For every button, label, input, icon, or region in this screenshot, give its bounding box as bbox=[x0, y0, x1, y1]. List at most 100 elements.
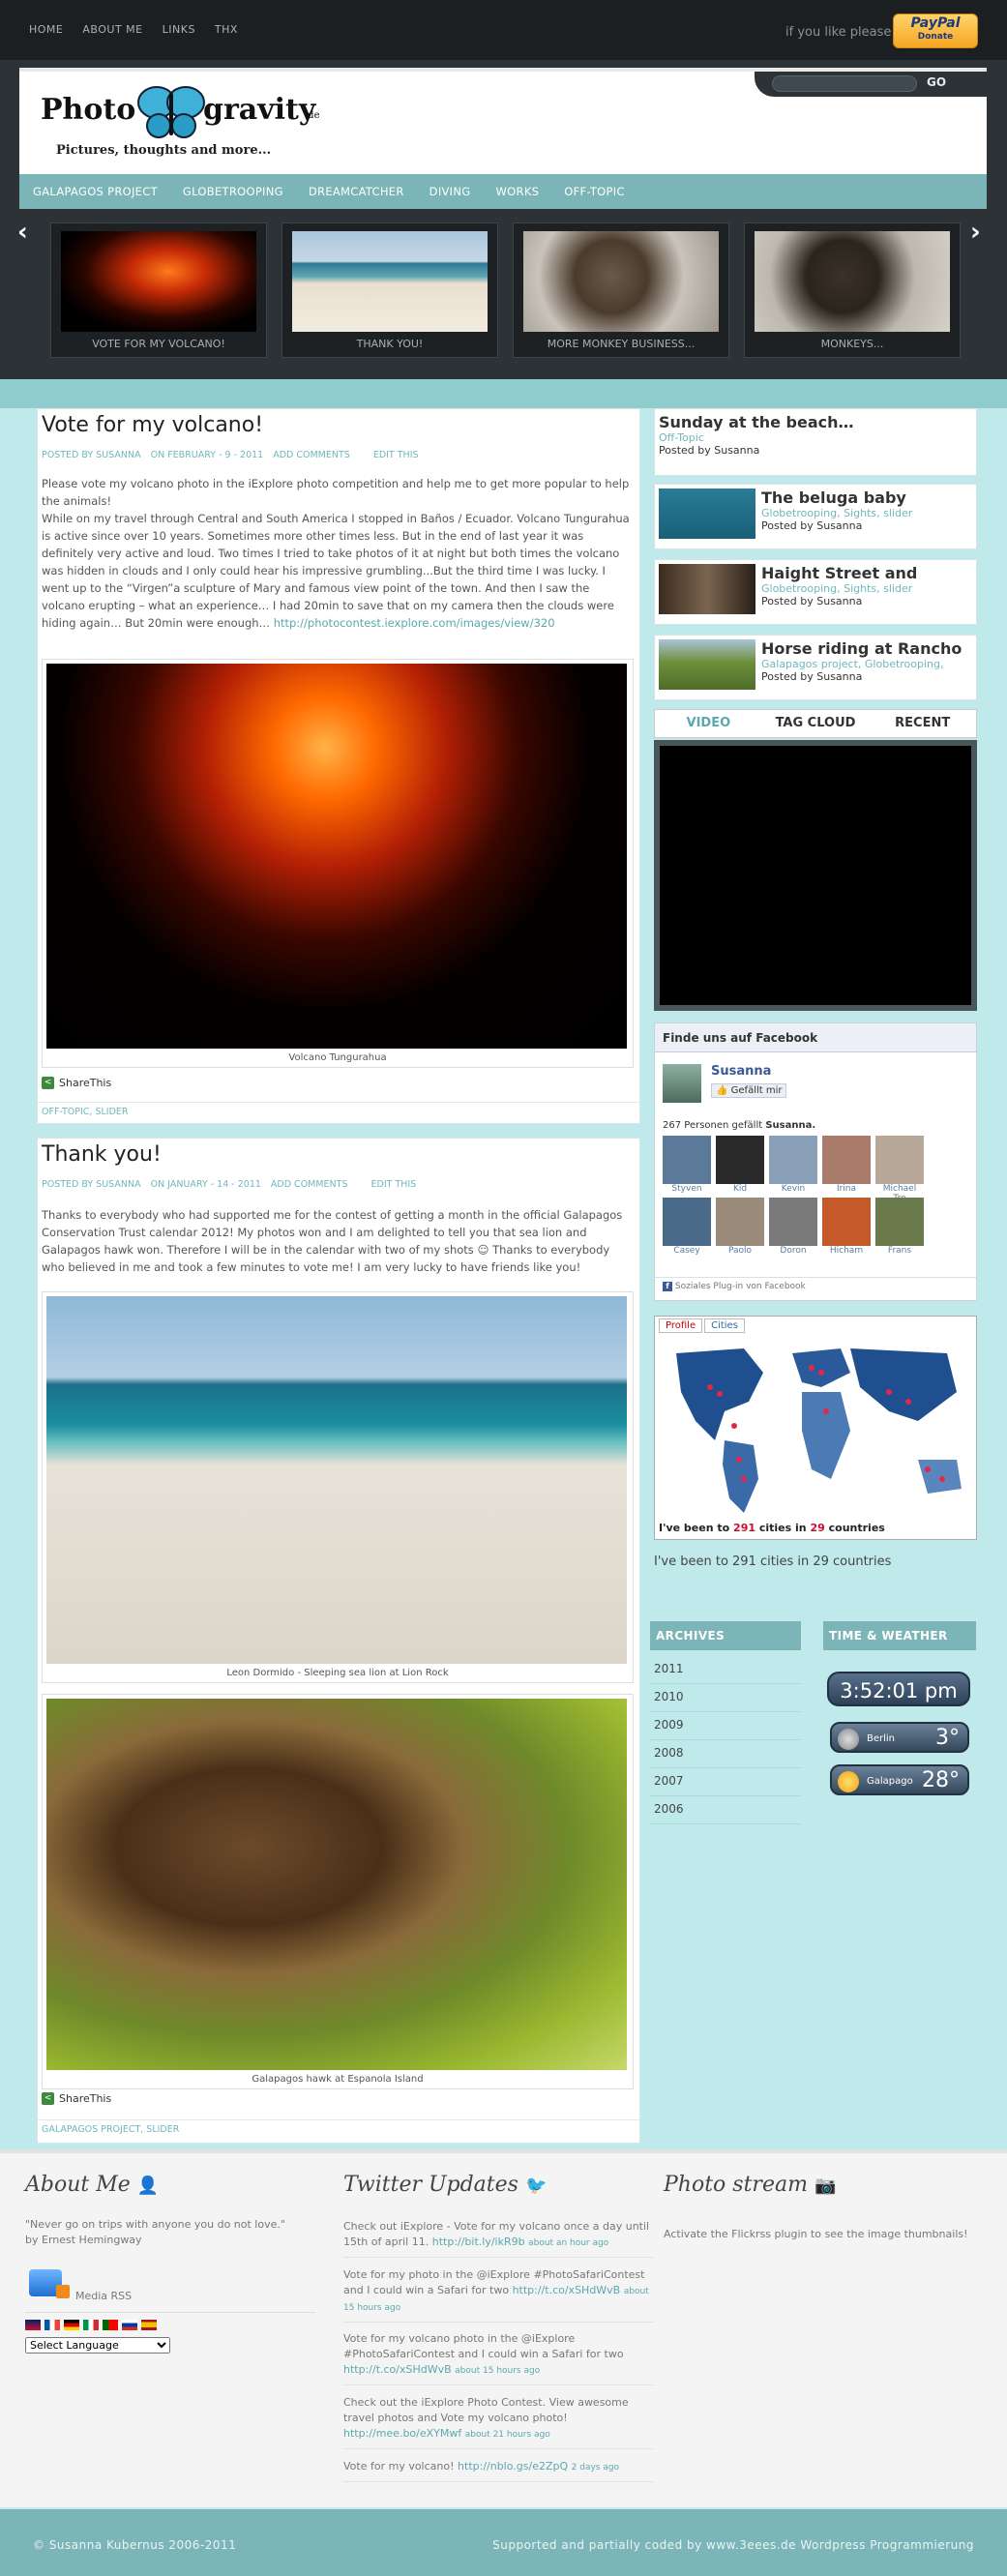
sidebar-post-categories[interactable]: Off-Topic bbox=[659, 431, 972, 444]
rss-icon[interactable] bbox=[56, 2285, 70, 2298]
credits-link[interactable]: Supported and partially coded by www.3ee… bbox=[492, 2538, 974, 2552]
tweet-link[interactable]: http://t.co/xSHdWvB bbox=[513, 2284, 621, 2296]
cat-nav-diving[interactable]: DIVING bbox=[429, 174, 471, 209]
slider-next-arrow[interactable]: › bbox=[970, 218, 981, 247]
logo-word-photo[interactable]: Photo bbox=[41, 93, 135, 127]
sidebar-post-title[interactable]: The beluga baby bbox=[761, 489, 912, 507]
facebook-page-avatar[interactable] bbox=[663, 1064, 701, 1103]
post-edit-link[interactable]: EDIT THIS bbox=[373, 450, 419, 460]
map-tab-cities[interactable]: Cities bbox=[704, 1318, 745, 1333]
sidebar-post[interactable]: Sunday at the beach… Off-Topic Posted by… bbox=[654, 408, 977, 476]
facebook-fan[interactable]: Frans bbox=[875, 1198, 924, 1256]
sharethis-button[interactable]: < ShareThis bbox=[42, 1077, 111, 1089]
top-nav-home[interactable]: HOME bbox=[29, 23, 63, 36]
sidebar-post-thumbnail[interactable] bbox=[659, 639, 755, 690]
sidebar-post-title[interactable]: Haight Street and bbox=[761, 564, 917, 582]
camera-icon: 📷 bbox=[814, 2176, 837, 2196]
tweet-time[interactable]: about 15 hours ago bbox=[455, 2366, 540, 2376]
tweet-link[interactable]: http://nblo.gs/e2ZpQ bbox=[458, 2460, 568, 2472]
facebook-fan[interactable]: Hicham bbox=[822, 1198, 871, 1256]
flag-fr-icon[interactable] bbox=[44, 2320, 60, 2330]
cat-nav-off-topic[interactable]: OFF-TOPIC bbox=[564, 174, 625, 209]
archive-year-link[interactable]: 2011 bbox=[650, 1656, 801, 1684]
archive-year-link[interactable]: 2006 bbox=[650, 1796, 801, 1824]
sidebar-post-title[interactable]: Horse riding at Rancho bbox=[761, 639, 962, 658]
flag-uk-icon[interactable] bbox=[25, 2320, 41, 2330]
post-comments-link[interactable]: ADD COMMENTS bbox=[273, 450, 350, 460]
cat-nav-works[interactable]: WORKS bbox=[496, 174, 540, 209]
archive-year-link[interactable]: 2007 bbox=[650, 1768, 801, 1796]
map-stats-pre: I've been to bbox=[659, 1522, 730, 1534]
cat-nav-dreamcatcher[interactable]: DREAMCATCHER bbox=[309, 174, 404, 209]
flag-es-icon[interactable] bbox=[141, 2320, 157, 2330]
map-stats-post: countries bbox=[828, 1522, 885, 1534]
world-map[interactable] bbox=[657, 1334, 974, 1518]
post-title[interactable]: Thank you! bbox=[42, 1142, 162, 1167]
archive-year-link[interactable]: 2009 bbox=[650, 1712, 801, 1740]
sidebar-post-categories[interactable]: Galapagos project, Globetrooping, bbox=[761, 658, 962, 670]
tab-recent[interactable]: RECENT bbox=[869, 710, 976, 737]
top-nav-links[interactable]: LINKS bbox=[163, 23, 195, 36]
sidebar-post[interactable]: Haight Street and Globetrooping, Sights,… bbox=[654, 559, 977, 625]
facebook-fan[interactable]: Kid bbox=[716, 1136, 764, 1194]
sidebar-post-title[interactable]: Sunday at the beach… bbox=[659, 413, 972, 431]
flag-ru-icon[interactable] bbox=[122, 2320, 137, 2330]
post-categories[interactable]: OFF-TOPIC, SLIDER bbox=[38, 1102, 639, 1121]
facebook-fan[interactable]: Irina bbox=[822, 1136, 871, 1194]
top-nav-thx[interactable]: THX bbox=[215, 23, 238, 36]
post-author[interactable]: POSTED BY SUSANNA bbox=[42, 450, 141, 460]
post-author[interactable]: POSTED BY SUSANNA bbox=[42, 1179, 141, 1190]
facebook-fan[interactable]: Paolo bbox=[716, 1198, 764, 1256]
sidebar-post[interactable]: Horse riding at Rancho Galapagos project… bbox=[654, 635, 977, 700]
logo-word-gravity[interactable]: gravity bbox=[203, 93, 315, 127]
share-icon: < bbox=[42, 2092, 54, 2105]
tweet-link[interactable]: http://mee.bo/eXYMwf bbox=[343, 2427, 461, 2440]
slide-item[interactable]: THANK YOU! bbox=[281, 222, 498, 358]
sidebar-post-thumbnail[interactable] bbox=[659, 489, 755, 539]
cat-nav-galapagos[interactable]: GALAPAGOS PROJECT bbox=[33, 174, 158, 209]
facebook-page-name[interactable]: Susanna bbox=[711, 1064, 771, 1079]
archive-year-link[interactable]: 2010 bbox=[650, 1684, 801, 1712]
slide-item[interactable]: VOTE FOR MY VOLCANO! bbox=[50, 222, 267, 358]
facebook-fan[interactable]: Kevin bbox=[769, 1136, 817, 1194]
post-edit-link[interactable]: EDIT THIS bbox=[371, 1179, 417, 1190]
tab-video[interactable]: VIDEO bbox=[655, 710, 762, 737]
paypal-donate-button[interactable]: PayPal Donate bbox=[893, 14, 978, 48]
facebook-fan[interactable]: Michael Tro bbox=[875, 1136, 924, 1203]
language-select[interactable]: Select Language bbox=[25, 2337, 170, 2354]
facebook-fan[interactable]: Doron bbox=[769, 1198, 817, 1256]
tweet-time[interactable]: about 21 hours ago bbox=[465, 2430, 550, 2440]
post-categories[interactable]: GALAPAGOS PROJECT, SLIDER bbox=[38, 2119, 639, 2139]
flag-pt-icon[interactable] bbox=[103, 2320, 118, 2330]
tweet-link[interactable]: http://bit.ly/ikR9b bbox=[432, 2235, 525, 2248]
cat-nav-globetrooping[interactable]: GLOBETROOPING bbox=[183, 174, 283, 209]
sidebar-post[interactable]: The beluga baby Globetrooping, Sights, s… bbox=[654, 484, 977, 549]
flag-it-icon[interactable] bbox=[83, 2320, 99, 2330]
map-tab-profile[interactable]: Profile bbox=[659, 1318, 703, 1333]
tweet-link[interactable]: http://t.co/xSHdWvB bbox=[343, 2363, 452, 2376]
slide-item[interactable]: MONKEYS... bbox=[744, 222, 961, 358]
tweet-time[interactable]: about an hour ago bbox=[528, 2238, 608, 2248]
post-title[interactable]: Vote for my volcano! bbox=[42, 413, 263, 437]
search-input[interactable] bbox=[772, 75, 917, 92]
facebook-plugin-label[interactable]: Soziales Plug-in von Facebook bbox=[675, 1282, 806, 1291]
slider-prev-arrow[interactable]: ‹ bbox=[17, 218, 28, 247]
archive-year-link[interactable]: 2008 bbox=[650, 1740, 801, 1768]
sharethis-button[interactable]: < ShareThis bbox=[42, 2092, 111, 2105]
sidebar-post-thumbnail[interactable] bbox=[659, 564, 755, 614]
tab-tag-cloud[interactable]: TAG CLOUD bbox=[762, 710, 870, 737]
media-rss-link[interactable]: Media RSS bbox=[75, 2289, 132, 2304]
post-contest-link[interactable]: http://photocontest.iexplore.com/images/… bbox=[274, 616, 555, 630]
sidebar-post-categories[interactable]: Globetrooping, Sights, slider bbox=[761, 507, 912, 519]
top-nav-about[interactable]: ABOUT ME bbox=[82, 23, 142, 36]
search-go-button[interactable]: GO bbox=[927, 75, 946, 89]
tweet-time[interactable]: 2 days ago bbox=[572, 2463, 619, 2472]
video-player[interactable] bbox=[654, 740, 977, 1011]
facebook-like-button[interactable]: 👍 Gefällt mir bbox=[711, 1083, 787, 1098]
sidebar-post-categories[interactable]: Globetrooping, Sights, slider bbox=[761, 582, 917, 595]
post-comments-link[interactable]: ADD COMMENTS bbox=[271, 1179, 348, 1190]
facebook-fan[interactable]: Styven bbox=[663, 1136, 711, 1194]
flag-de-icon[interactable] bbox=[64, 2320, 79, 2330]
facebook-fan[interactable]: Casey bbox=[663, 1198, 711, 1256]
slide-item[interactable]: MORE MONKEY BUSINESS... bbox=[513, 222, 729, 358]
